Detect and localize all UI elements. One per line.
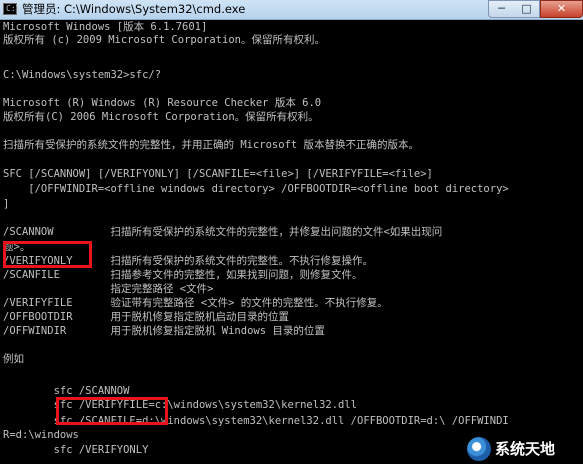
sfc-scannow-highlight-box	[56, 397, 168, 425]
site-watermark: 系统天地	[463, 434, 583, 464]
console-line: /OFFWINDIR 用于脱机修复指定脱机 Windows 目录的位置	[3, 325, 325, 337]
console-line: 指定完整路径 <文件>	[3, 283, 214, 295]
console-line: /SCANFILE 扫描参考文件的完整性，如果找到问题，则修复文件。	[3, 269, 363, 281]
console-line: /SCANNOW 扫描所有受保护的系统文件的完整性，并修复出问题的文件<如果出现…	[3, 226, 443, 238]
console-line: C:\Windows\system32>sfc/?	[3, 69, 162, 81]
console-line: 版权所有 (c) 2009 Microsoft Corporation。保留所有…	[3, 34, 325, 46]
minimize-icon: ─	[498, 2, 505, 15]
console-line: Microsoft (R) Windows (R) Resource Check…	[3, 97, 322, 109]
close-button[interactable]: ✕	[540, 0, 583, 18]
cmd-app-icon[interactable]: C:\	[3, 3, 21, 15]
console-line: sfc /VERIFYONLY	[3, 444, 149, 456]
site-logo-icon	[467, 437, 491, 461]
console-output[interactable]: Microsoft Windows [版本 6.1.7601] 版权所有 (c)…	[3, 21, 583, 464]
console-line: 版权所有(C) 2006 Microsoft Corporation。保留所有权…	[3, 111, 319, 123]
console-line: [/OFFWINDIR=<offline windows directory> …	[3, 183, 509, 195]
console-line: SFC [/SCANNOW] [/VERIFYONLY] [/SCANFILE=…	[3, 168, 433, 180]
console-line: 例如	[3, 353, 24, 365]
console-line: Microsoft Windows [版本 6.1.7601]	[3, 21, 208, 33]
watermark-text: 系统天地	[495, 440, 556, 458]
console-line: R=d:\windows	[3, 429, 79, 441]
scannow-highlight-box	[3, 241, 92, 268]
maximize-icon: □	[521, 2, 532, 15]
close-icon: ✕	[556, 2, 567, 15]
cmd-window: C:\ 管理员: C:\Windows\System32\cmd.exe ─ □…	[0, 0, 583, 464]
console-line: /VERIFYFILE 验证带有完整路径 <文件> 的文件的完整性。不执行修复。	[3, 297, 388, 309]
title-bar[interactable]: C:\ 管理员: C:\Windows\System32\cmd.exe ─ □…	[0, 0, 583, 20]
console-line: /OFFBOOTDIR 用于脱机修复指定脱机启动目录的位置	[3, 311, 289, 323]
window-title: 管理员: C:\Windows\System32\cmd.exe	[22, 2, 246, 16]
maximize-button[interactable]: □	[514, 0, 540, 18]
minimize-button[interactable]: ─	[488, 0, 515, 18]
console-line: ]	[3, 198, 10, 210]
console-line: 扫描所有受保护的系统文件的完整性，并用正确的 Microsoft 版本替换不正确…	[3, 139, 420, 151]
cmd-icon-glyph: C:\	[6, 4, 21, 13]
